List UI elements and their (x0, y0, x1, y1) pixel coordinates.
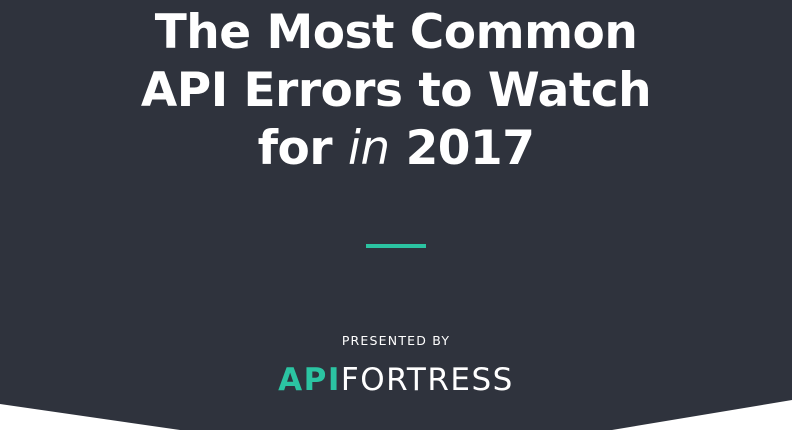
title-year: 2017 (389, 121, 535, 176)
accent-divider (366, 244, 426, 248)
api-fortress-logo: APIFORTRESS (0, 362, 792, 398)
logo-fortress-text: FORTRESS (340, 362, 514, 398)
title-in-word: in (347, 121, 390, 176)
title-line-2: API Errors to Watch (140, 63, 652, 118)
bottom-chevron-fill (0, 400, 792, 430)
logo-api-text: API (278, 362, 341, 398)
bottom-chevron-shape (0, 400, 792, 430)
page-title: The Most Common API Errors to Watch for … (0, 4, 792, 178)
title-line-1: The Most Common (154, 5, 638, 60)
presented-by-label: PRESENTED BY (341, 333, 451, 348)
hero-banner: The Most Common API Errors to Watch for … (0, 0, 792, 430)
title-line-3: for in 2017 (0, 120, 792, 178)
title-for-word: for (257, 121, 348, 176)
